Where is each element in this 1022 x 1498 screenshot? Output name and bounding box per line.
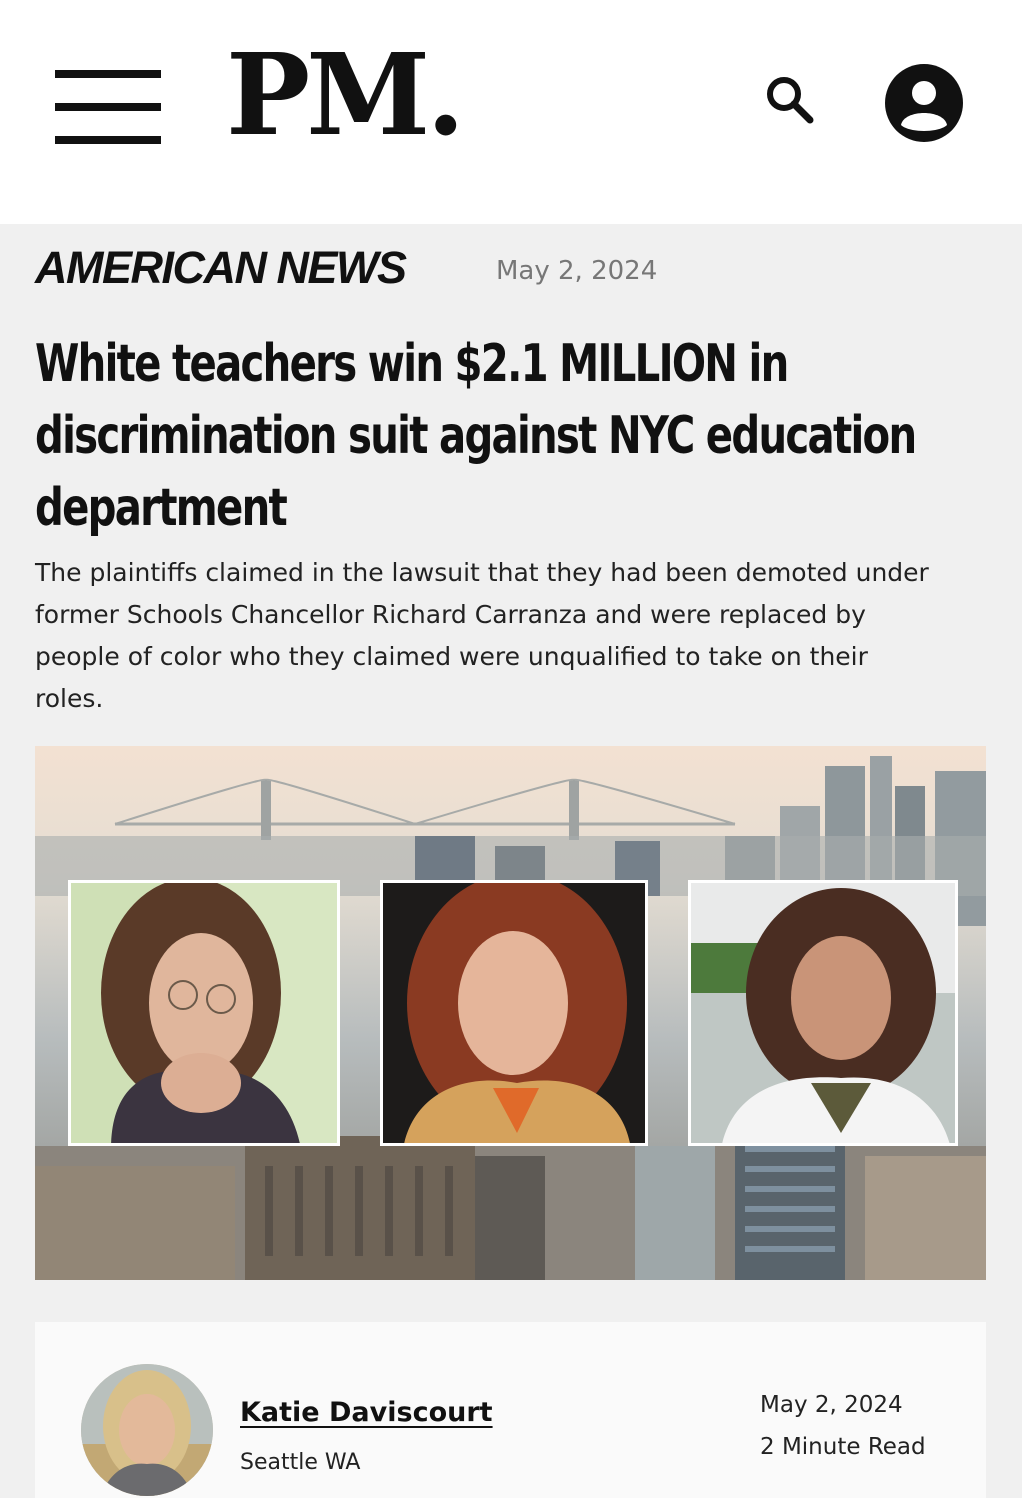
- portrait-photo-1: [68, 880, 340, 1146]
- publish-date: May 2, 2024: [496, 256, 658, 286]
- read-time: 2 Minute Read: [760, 1434, 926, 1460]
- headline: White teachers win $2.1 MILLION in discr…: [35, 334, 917, 538]
- user-account-icon[interactable]: [884, 63, 964, 143]
- article-dek: The plaintiffs claimed in the lawsuit th…: [35, 558, 929, 713]
- author-avatar[interactable]: [81, 1364, 213, 1496]
- search-icon[interactable]: [762, 72, 818, 128]
- article: AMERICAN NEWS May 2, 2024 White teachers…: [0, 224, 1022, 1498]
- hero-image: [35, 746, 986, 1280]
- byline-date: May 2, 2024: [760, 1392, 903, 1418]
- portrait-photo-3: [688, 880, 958, 1146]
- author-location: Seattle WA: [240, 1450, 361, 1475]
- author-name-link[interactable]: Katie Daviscourt: [240, 1397, 493, 1428]
- byline-card: Katie Daviscourt Seattle WA May 2, 2024 …: [35, 1322, 986, 1498]
- site-header: PM.: [0, 0, 1022, 224]
- site-logo[interactable]: PM.: [226, 40, 465, 152]
- portrait-photo-2: [380, 880, 648, 1146]
- hamburger-menu-icon[interactable]: [55, 70, 161, 144]
- category-label[interactable]: AMERICAN NEWS: [35, 242, 407, 294]
